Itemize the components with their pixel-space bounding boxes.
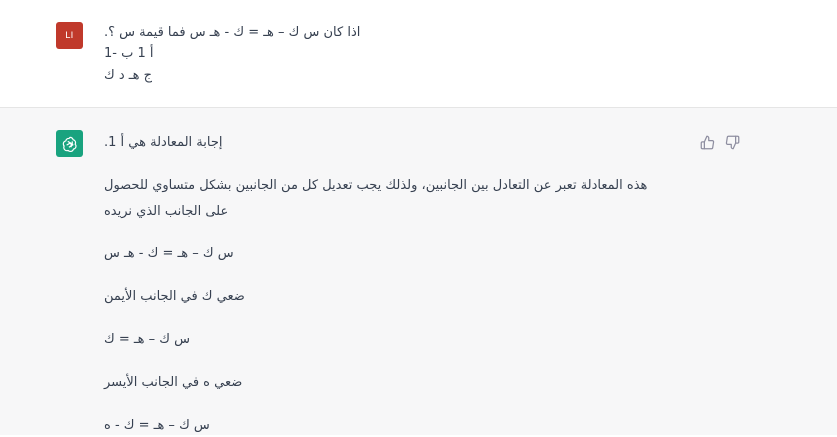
user-avatar: LI — [56, 22, 83, 49]
assistant-message-line: ضعي ه في الجانب الأيسر — [104, 375, 243, 390]
assistant-message-line: ضعي ك في الجانب الأيمن — [104, 289, 245, 304]
assistant-message-line: س ك – هـ = ك - هـ س — [104, 246, 234, 261]
thumbs-up-icon[interactable] — [698, 133, 716, 151]
user-message-line: اذا كان س ك – هـ = ك - هـ س فما قيمة س ؟… — [104, 25, 361, 40]
user-avatar-initials: LI — [65, 30, 74, 41]
thumbs-down-icon[interactable] — [723, 133, 741, 151]
assistant-message: إجابة المعادلة هي أ 1. هذه المعادلة تعبر… — [0, 108, 837, 435]
assistant-message-line: على الجانب الذي نريده — [104, 204, 229, 219]
assistant-message-line: هذه المعادلة تعبر عن التعادل بين الجانبي… — [104, 178, 648, 193]
user-message-line: أ 1 ب -1 — [104, 46, 154, 61]
user-message: LI اذا كان س ك – هـ = ك - هـ س فما قيمة … — [0, 0, 837, 108]
assistant-message-line: س ك – هـ = ك — [104, 332, 191, 347]
assistant-message-line: إجابة المعادلة هي أ 1. — [104, 135, 223, 150]
openai-logo-icon — [56, 130, 83, 157]
assistant-message-line: س ك – هـ = ك - ه — [104, 418, 210, 433]
user-message-line: ج هـ د ك — [104, 68, 152, 83]
